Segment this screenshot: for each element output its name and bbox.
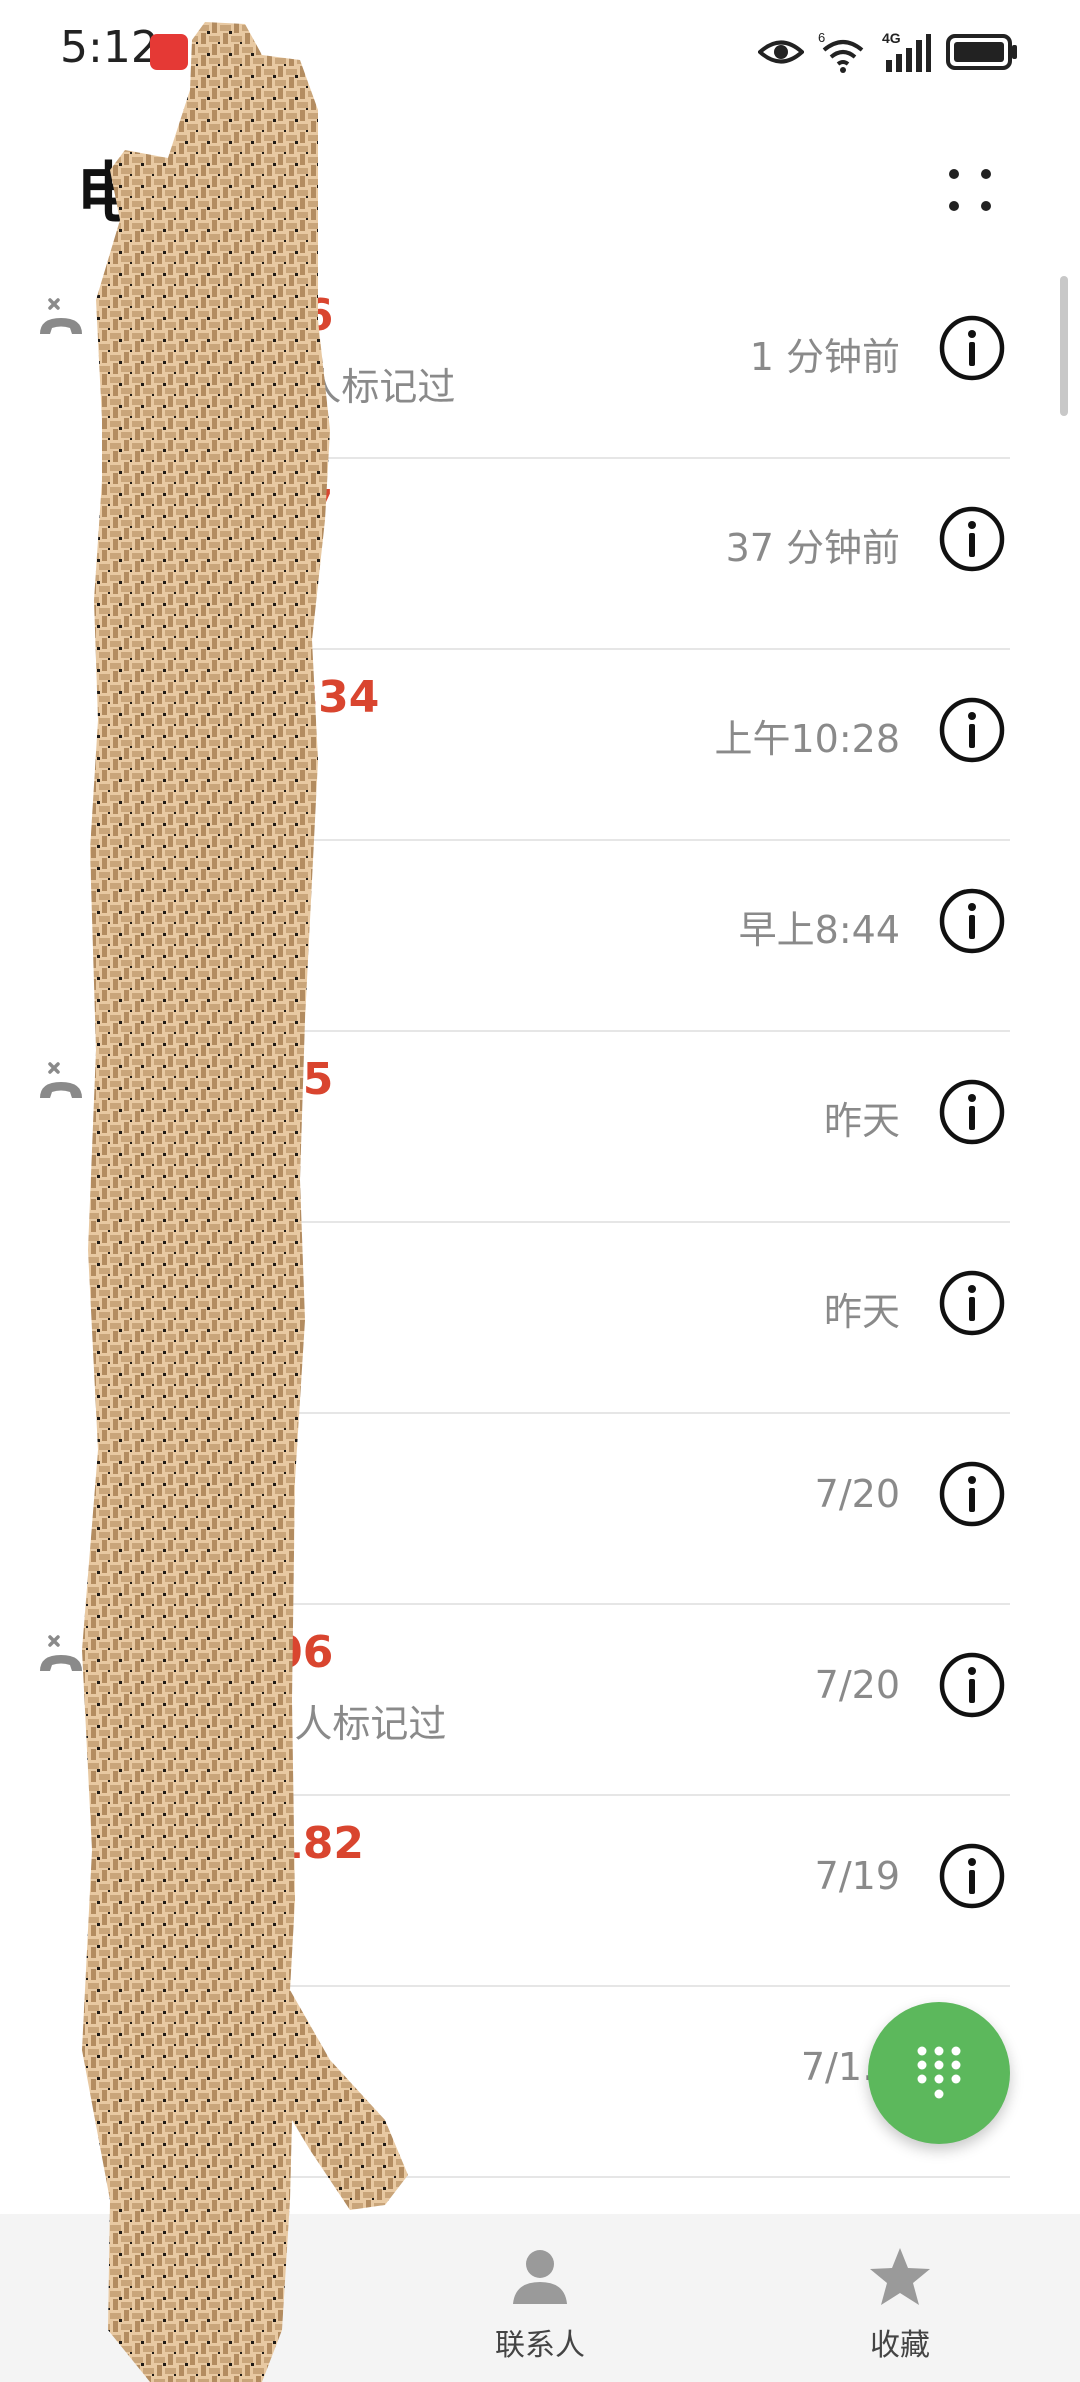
caller-name: … <box>121 2009 165 2060</box>
nav-tab-favorites[interactable]: 收藏 <box>720 2214 1080 2382</box>
call-info-button[interactable] <box>938 1651 1006 1719</box>
caller-detail: …分 移动 <box>121 1320 286 1364</box>
call-log-list[interactable]: 0… 7126 HD … | 13 人标记过 1 分钟前 1… 6147 HD … 联通 37… <box>0 268 1080 2178</box>
star-icon <box>870 2248 930 2305</box>
missed-call-icon <box>36 1062 86 1106</box>
sim-slot-label: 6 <box>818 30 825 45</box>
eye-icon <box>758 40 804 64</box>
call-log-row[interactable]: …0 8705 …动 昨天 <box>0 1032 1080 1223</box>
caller-name: … <box>121 1436 165 1487</box>
status-bar: 5:12 6 4G <box>0 0 1080 108</box>
info-icon <box>938 697 1006 768</box>
caller-detail: …动 <box>121 1129 198 1173</box>
row-divider <box>121 2176 1010 2178</box>
caller-detail: …话 | 13 人标记过 <box>121 1702 447 1746</box>
phone-icon <box>157 2252 205 2300</box>
call-time: 7/19 <box>814 1854 900 1898</box>
call-info-button[interactable] <box>938 1269 1006 1337</box>
call-time: 7/20 <box>814 1663 900 1707</box>
caller-detail: …分 移动 <box>121 1511 286 1555</box>
info-icon <box>938 888 1006 959</box>
call-info-button[interactable] <box>938 1460 1006 1528</box>
call-info-button[interactable] <box>938 887 1006 955</box>
info-icon <box>938 1461 1006 1532</box>
status-time: 5:12 <box>60 22 159 73</box>
page-title: 电话 <box>76 155 208 232</box>
call-time: 昨天 <box>823 1099 900 1143</box>
caller-detail: … 联通 <box>168 556 295 600</box>
caller-name: …奶 (2) <box>121 1256 296 1307</box>
nav-tab-contacts[interactable]: 联系人 <box>360 2214 720 2382</box>
info-icon <box>938 1843 1006 1914</box>
call-log-row[interactable]: …27 3182 …汉 电信 7/19 <box>0 1796 1080 1987</box>
info-icon <box>938 1079 1006 1150</box>
dialpad-button[interactable] <box>868 2002 1010 2144</box>
call-log-row[interactable]: 1… 6147 HD … 联通 37 分钟前 <box>0 459 1080 650</box>
call-info-button[interactable] <box>938 696 1006 764</box>
nav-label-phone: 电话 <box>150 2328 210 2363</box>
nav-tab-phone[interactable]: 电话 <box>0 2214 360 2382</box>
call-log-row[interactable]: …奶 …分 移动 早上8:44 <box>0 841 1080 1032</box>
nav-label-favorites: 收藏 <box>870 2328 930 2363</box>
info-icon <box>938 506 1006 577</box>
battery-icon <box>946 34 1017 70</box>
caller-name: …奶 <box>121 874 209 925</box>
network-type-label: 4G <box>882 30 901 46</box>
caller-name: 0… 7126 <box>121 290 334 341</box>
caller-name: …27 3182 <box>121 1818 365 1869</box>
call-time: 7/20 <box>814 1472 900 1516</box>
caller-name: …0 8705 <box>121 1054 334 1105</box>
call-info-button[interactable] <box>938 1078 1006 1146</box>
call-log-row[interactable]: …1 3806 …话 | 13 人标记过 7/20 <box>0 1605 1080 1796</box>
call-time: 37 分钟前 <box>725 526 900 570</box>
wifi-icon: 6 <box>818 30 864 73</box>
call-log-row[interactable]: …奶 (2) …分 移动 昨天 <box>0 1223 1080 1414</box>
cellular-signal-icon: 4G <box>882 30 931 72</box>
app-brand-icon <box>150 34 188 70</box>
info-icon <box>938 315 1006 386</box>
info-icon <box>938 1652 1006 1723</box>
caller-name: …1 3806 <box>121 1627 334 1678</box>
call-info-button[interactable] <box>938 505 1006 573</box>
missed-call-icon <box>36 1635 86 1679</box>
hd-voice-icon: HD <box>123 559 155 589</box>
dialpad-icon <box>917 2046 961 2099</box>
call-time: 早上8:44 <box>738 908 900 952</box>
caller-detail: … 4470 <box>121 2075 268 2119</box>
caller-detail: …分 移动 <box>121 938 286 982</box>
caller-name: 1… 6147 <box>121 481 334 532</box>
info-icon <box>938 1270 1006 1341</box>
call-log-row[interactable]: 0… 2 7834 … 上午10:28 <box>0 650 1080 841</box>
status-icons: 6 4G <box>758 26 1018 78</box>
call-time: 1 分钟前 <box>749 335 900 379</box>
call-log-row[interactable]: 0… 7126 HD … | 13 人标记过 1 分钟前 <box>0 268 1080 459</box>
contacts-icon <box>513 2250 567 2304</box>
hd-voice-icon: HD <box>123 368 155 398</box>
caller-name: 0… 2 7834 <box>121 672 380 723</box>
more-options-button[interactable] <box>930 150 1010 230</box>
call-info-button[interactable] <box>938 1842 1006 1910</box>
call-time: 上午10:28 <box>714 717 900 761</box>
missed-call-icon <box>36 298 86 342</box>
call-log-screen: 5:12 6 4G 电话 0… 7126 HD … | 13 人标记过 1 分钟… <box>0 0 1080 2382</box>
call-log-row[interactable]: … …分 移动 7/20 <box>0 1414 1080 1605</box>
caller-detail: … <box>121 738 159 782</box>
more-dots-icon <box>949 169 991 211</box>
call-info-button[interactable] <box>938 314 1006 382</box>
bottom-navigation: 电话 联系人 收藏 <box>0 2214 1080 2382</box>
caller-detail: …汉 电信 <box>121 1893 286 1937</box>
nav-label-contacts: 联系人 <box>495 2328 585 2363</box>
call-time: 昨天 <box>823 1290 900 1334</box>
caller-detail: … | 13 人标记过 <box>168 365 456 409</box>
